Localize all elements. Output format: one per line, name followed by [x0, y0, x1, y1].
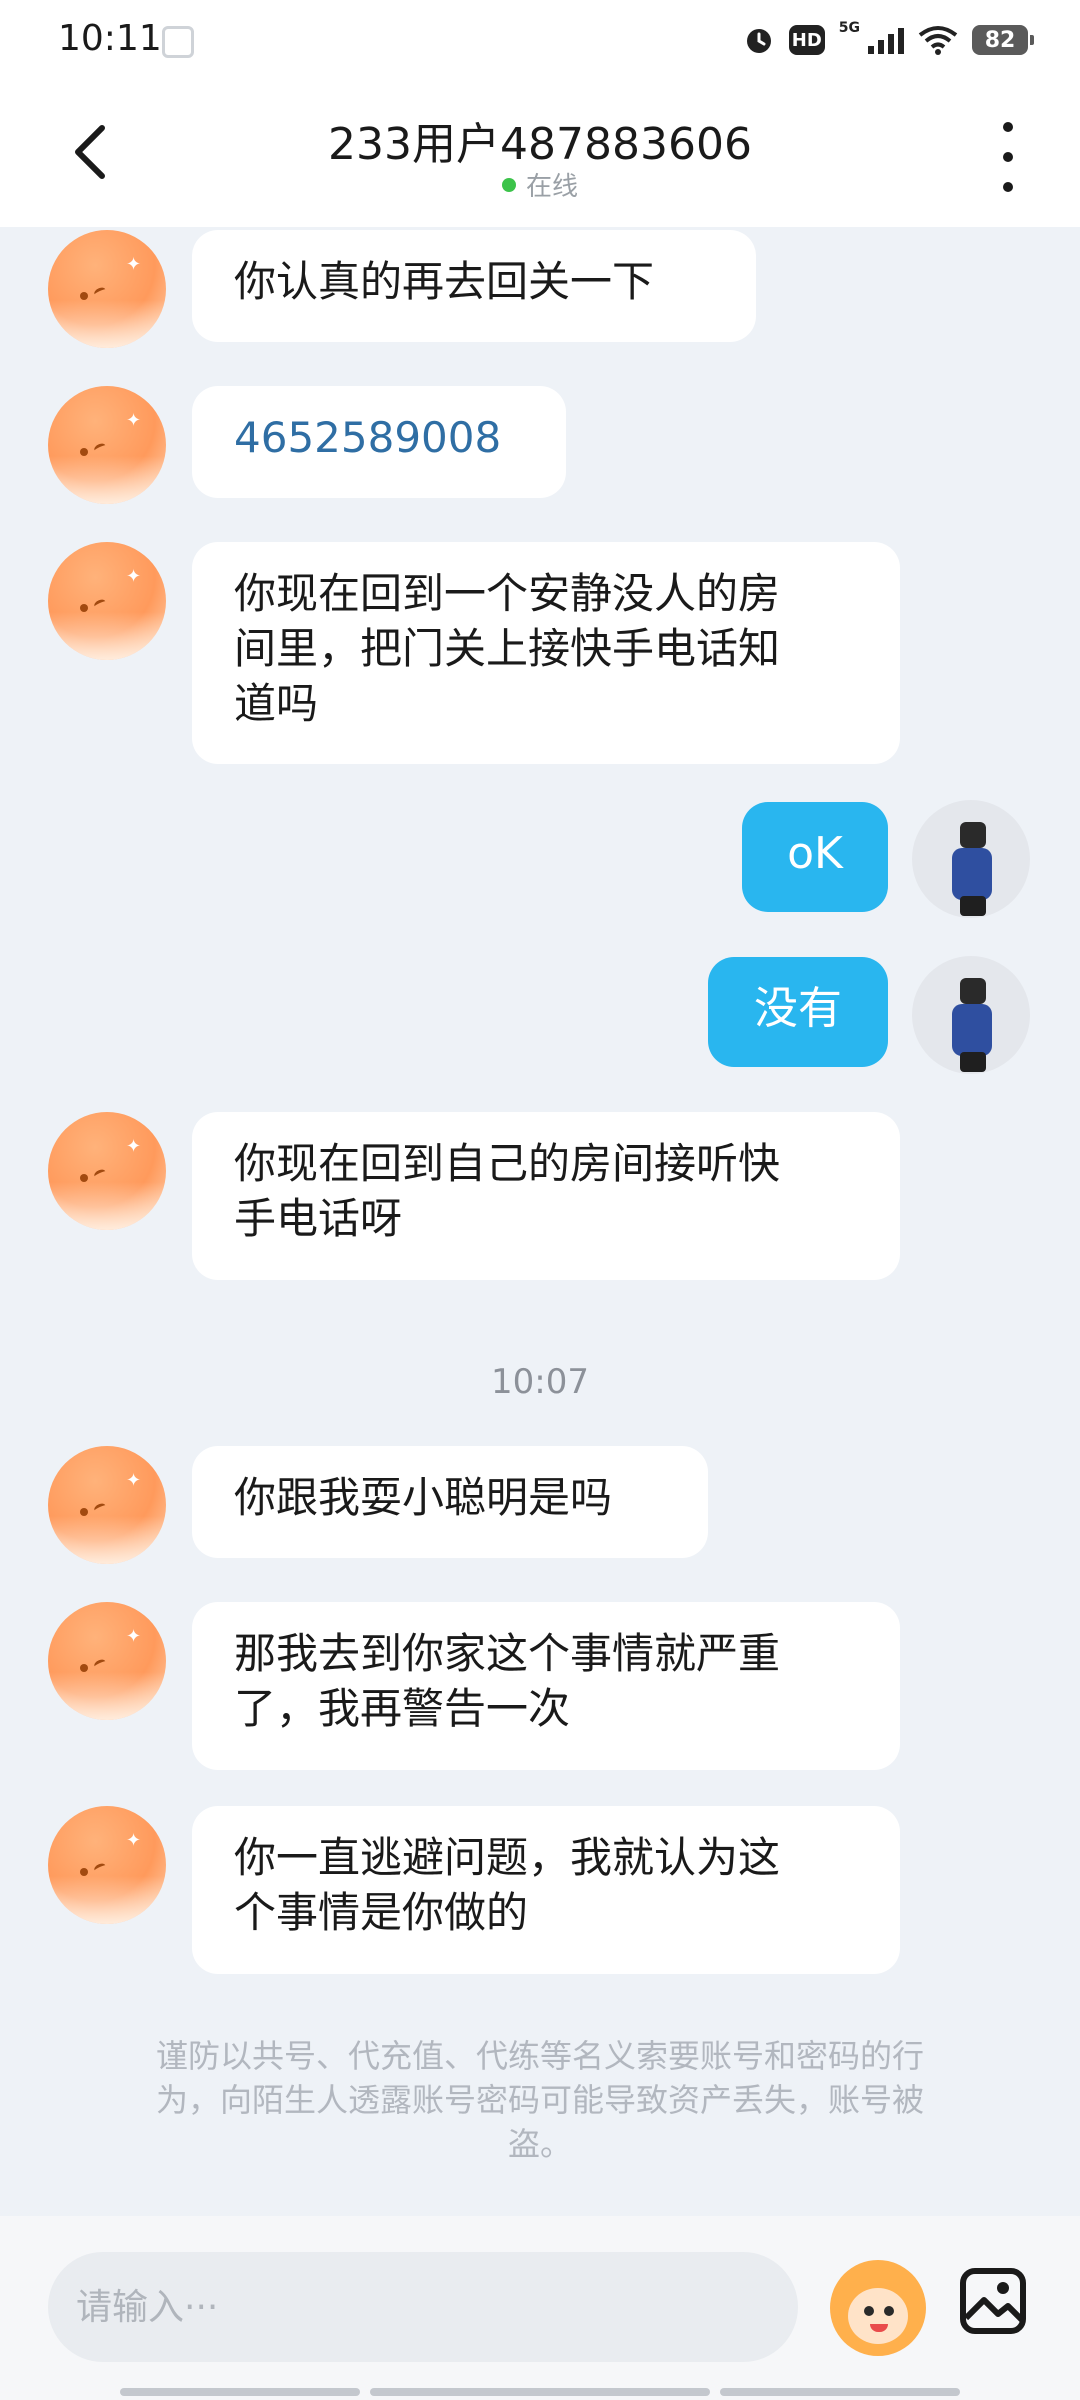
status-bar: 10:11 HD 5G 82 — [0, 0, 1080, 82]
nav-indicator — [370, 2388, 710, 2396]
emoji-face-icon — [848, 2288, 908, 2344]
chat-header: 233用户487883606 在线 — [0, 82, 1080, 227]
sender-avatar[interactable]: ✦ — [48, 1806, 166, 1924]
hd-icon: HD — [788, 25, 825, 55]
sender-avatar[interactable]: ✦ — [48, 1446, 166, 1564]
input-bar — [0, 2216, 1080, 2400]
warning-line: 谨防以共号、代充值、代练等名义索要账号和密码的行 — [155, 2037, 924, 2075]
emoji-button[interactable] — [830, 2260, 926, 2356]
message-text: 你认真的再去回关一下 — [234, 257, 655, 306]
online-status: 在线 — [0, 166, 1080, 203]
sender-avatar[interactable]: ✦ — [48, 1112, 166, 1230]
my-avatar[interactable] — [912, 956, 1030, 1074]
wifi-icon — [918, 26, 958, 55]
message-input[interactable] — [48, 2252, 798, 2362]
sender-avatar[interactable]: ✦ — [48, 542, 166, 660]
notification-app-icon — [162, 26, 194, 58]
message-line: 你现在回到一个安静没人的房 — [234, 569, 781, 618]
online-dot-icon — [501, 177, 516, 192]
message-line: 间里，把门关上接快手电话知 — [234, 624, 781, 673]
message-bubble-incoming[interactable]: 你认真的再去回关一下 — [192, 230, 756, 342]
network-type: 5G — [838, 20, 860, 36]
my-avatar[interactable] — [912, 800, 1030, 918]
nav-indicator — [720, 2388, 960, 2396]
message-bubble-outgoing[interactable]: oK — [742, 802, 888, 912]
image-icon — [960, 2268, 1026, 2334]
more-options-button[interactable] — [988, 122, 1028, 192]
message-line: 你一直逃避问题，我就认为这 — [234, 1833, 781, 1882]
message-line: 手电话呀 — [234, 1194, 403, 1243]
message-text: 没有 — [754, 983, 842, 1034]
message-bubble-incoming[interactable]: 你现在回到自己的房间接听快 手电话呀 — [192, 1112, 900, 1280]
message-bubble-outgoing[interactable]: 没有 — [708, 957, 888, 1067]
message-line: 那我去到你家这个事情就严重 — [234, 1629, 781, 1678]
nav-indicator — [120, 2388, 360, 2396]
sender-avatar[interactable]: ✦ — [48, 230, 166, 348]
warning-line: 盗。 — [507, 2125, 572, 2163]
message-link-number[interactable]: 4652589008 — [234, 413, 501, 462]
security-warning: 谨防以共号、代充值、代练等名义索要账号和密码的行 为，向陌生人透露账号密码可能导… — [100, 2034, 980, 2166]
alarm-icon — [746, 29, 771, 53]
message-text: 你跟我耍小聪明是吗 — [234, 1473, 613, 1522]
sender-avatar[interactable]: ✦ — [48, 1602, 166, 1720]
message-bubble-incoming[interactable]: 4652589008 — [192, 386, 566, 498]
more-dot-icon — [1003, 152, 1013, 162]
message-bubble-incoming[interactable]: 你现在回到一个安静没人的房 间里，把门关上接快手电话知 道吗 — [192, 542, 900, 764]
message-line: 你现在回到自己的房间接听快 — [234, 1139, 781, 1188]
more-dot-icon — [1003, 122, 1013, 132]
battery-icon: 82 — [972, 25, 1034, 55]
warning-line: 为，向陌生人透露账号密码可能导致资产丢失，账号被 — [155, 2081, 924, 2119]
online-status-text: 在线 — [525, 172, 578, 202]
status-time: 10:11 — [58, 18, 162, 59]
sender-avatar[interactable]: ✦ — [48, 386, 166, 504]
message-bubble-incoming[interactable]: 那我去到你家这个事情就严重 了，我再警告一次 — [192, 1602, 900, 1770]
message-bubble-incoming[interactable]: 你一直逃避问题，我就认为这 个事情是你做的 — [192, 1806, 900, 1974]
message-text: oK — [787, 828, 843, 879]
message-line: 道吗 — [234, 679, 319, 728]
contact-name: 233用户487883606 — [328, 119, 752, 170]
more-dot-icon — [1003, 182, 1013, 192]
message-line: 了，我再警告一次 — [234, 1684, 571, 1733]
time-separator: 10:07 — [491, 1362, 589, 1402]
signal-icon — [868, 26, 904, 54]
image-button[interactable] — [958, 2266, 1028, 2336]
status-icons: HD 5G 82 — [743, 18, 1034, 62]
message-line: 个事情是你做的 — [234, 1888, 529, 1937]
message-bubble-incoming[interactable]: 你跟我耍小聪明是吗 — [192, 1446, 708, 1558]
